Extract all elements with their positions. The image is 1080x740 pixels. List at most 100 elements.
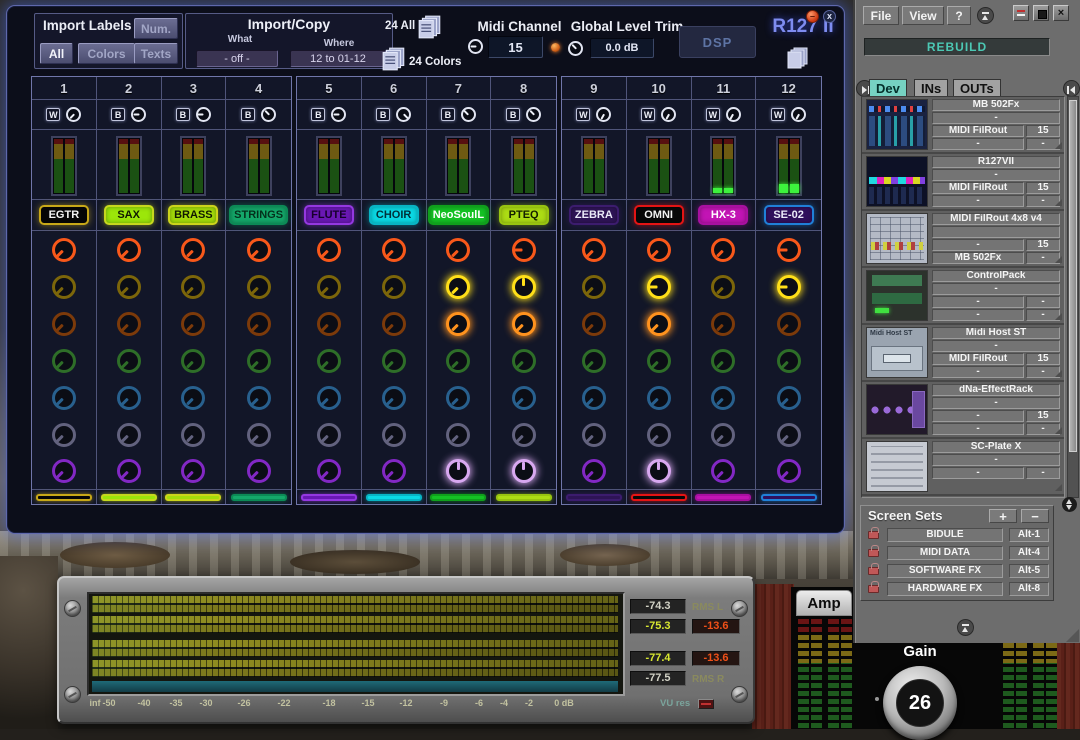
screen-set-name[interactable]: HARDWARE FX <box>887 582 1003 596</box>
dsp-button[interactable]: DSP <box>679 26 756 58</box>
device-field[interactable]: - <box>932 239 1024 251</box>
knob-grn[interactable] <box>382 349 406 373</box>
device-entry[interactable]: MIDI FilRout 4x8 v4-15MB 502Fx- <box>862 211 1064 268</box>
device-field[interactable]: 15 <box>1026 239 1060 251</box>
resize-grip[interactable] <box>1066 629 1079 642</box>
device-list-scrollbar[interactable] <box>1067 96 1079 498</box>
device-field[interactable]: - <box>932 283 1060 295</box>
channel-name-button[interactable]: STRINGS <box>229 205 288 225</box>
channel-mode-button[interactable]: B <box>176 108 190 121</box>
screen-set-shortcut[interactable]: Alt-1 <box>1009 528 1049 542</box>
close-icon[interactable]: × <box>1053 5 1069 21</box>
knob-org_b[interactable] <box>647 312 671 336</box>
knob-blu[interactable] <box>317 386 341 410</box>
knob-ylw_b[interactable] <box>777 275 801 299</box>
vu-res-button[interactable] <box>698 699 714 709</box>
copy-pages-icon[interactable] <box>417 14 443 40</box>
channel-mode-button[interactable]: B <box>241 108 255 121</box>
midi-channel-knob-icon[interactable] <box>468 39 483 54</box>
device-field[interactable]: - <box>932 138 1024 150</box>
knob-blu[interactable] <box>512 386 536 410</box>
device-field[interactable]: - <box>932 366 1024 378</box>
channel-header-knob-icon[interactable] <box>596 107 611 122</box>
channel-header-knob-icon[interactable] <box>131 107 146 122</box>
knob-org[interactable] <box>247 238 271 262</box>
knob-olv[interactable] <box>181 275 205 299</box>
scroll-right-icon[interactable] <box>1063 80 1080 97</box>
knob-gry[interactable] <box>582 423 606 447</box>
remove-screen-set-button[interactable]: − <box>1021 509 1049 523</box>
channel-header-knob-icon[interactable] <box>396 107 411 122</box>
device-entry[interactable]: dNa-EffectRack--15-- <box>862 382 1064 439</box>
knob-brn[interactable] <box>711 312 735 336</box>
device-field[interactable]: MIDI FilRout <box>932 353 1024 365</box>
channel-name-button[interactable]: CHOIR <box>369 205 419 225</box>
device-field[interactable]: - <box>932 169 1060 181</box>
screen-set-shortcut[interactable]: Alt-8 <box>1009 582 1049 596</box>
channel-mode-button[interactable]: W <box>46 108 60 121</box>
device-name-field[interactable]: MB 502Fx <box>932 99 1060 111</box>
channel-header-knob-icon[interactable] <box>661 107 676 122</box>
knob-ylw_b[interactable] <box>647 275 671 299</box>
device-field[interactable]: - <box>932 309 1024 321</box>
channel-mode-button[interactable]: W <box>641 108 655 121</box>
knob-org[interactable] <box>446 238 470 262</box>
device-field[interactable] <box>932 226 1060 238</box>
knob-pur[interactable] <box>117 459 141 483</box>
global-trim-value[interactable]: 0.0 dB <box>590 38 654 58</box>
channel-header-knob-icon[interactable] <box>791 107 806 122</box>
device-field[interactable]: - <box>932 467 1024 479</box>
knob-olv[interactable] <box>711 275 735 299</box>
screen-set-name[interactable]: SOFTWARE FX <box>887 564 1003 578</box>
knob-pur[interactable] <box>181 459 205 483</box>
device-field[interactable]: - <box>932 195 1024 207</box>
channel-header-knob-icon[interactable] <box>261 107 276 122</box>
device-field[interactable]: - <box>1026 467 1060 479</box>
num-button[interactable]: Num. <box>134 18 178 39</box>
device-name-field[interactable]: ControlPack <box>932 270 1060 282</box>
knob-ylw_b[interactable] <box>446 275 470 299</box>
lock-icon[interactable] <box>868 549 879 557</box>
knob-pur[interactable] <box>382 459 406 483</box>
screen-set-shortcut[interactable]: Alt-5 <box>1009 564 1049 578</box>
device-field[interactable]: - <box>1026 309 1060 321</box>
knob-olv[interactable] <box>52 275 76 299</box>
copy-pages-icon[interactable] <box>381 46 407 72</box>
knob-gry[interactable] <box>52 423 76 447</box>
device-field[interactable]: - <box>1026 423 1060 435</box>
device-name-field[interactable]: MIDI FilRout 4x8 v4 <box>932 213 1060 225</box>
knob-grn[interactable] <box>582 349 606 373</box>
device-name-field[interactable]: dNa-EffectRack <box>932 384 1060 396</box>
device-name-field[interactable]: R127VII <box>932 156 1060 168</box>
knob-brn[interactable] <box>247 312 271 336</box>
knob-ylw_b[interactable] <box>512 275 536 299</box>
knob-blu[interactable] <box>117 386 141 410</box>
knob-gry[interactable] <box>247 423 271 447</box>
channel-name-button[interactable]: SE-02 <box>764 205 814 225</box>
channel-mode-button[interactable]: B <box>111 108 125 121</box>
colors-button[interactable]: Colors <box>78 43 135 64</box>
scrollbar-thumb[interactable] <box>1069 100 1077 452</box>
global-trim-knob-icon[interactable] <box>568 41 583 56</box>
knob-gry[interactable] <box>777 423 801 447</box>
file-menu[interactable]: File <box>863 6 899 25</box>
device-entry[interactable]: MB 502Fx-MIDI FilRout15-- <box>862 97 1064 154</box>
knob-org[interactable] <box>647 238 671 262</box>
knob-brn[interactable] <box>317 312 341 336</box>
channel-name-button[interactable]: BRASS <box>168 205 218 225</box>
what-dropdown[interactable]: - off - <box>196 50 278 67</box>
screen-set-name[interactable]: BIDULE <box>887 528 1003 542</box>
close-icon[interactable]: x <box>823 10 836 23</box>
knob-brn[interactable] <box>52 312 76 336</box>
device-field[interactable]: - <box>932 296 1024 308</box>
knob-blu[interactable] <box>181 386 205 410</box>
knob-pur_b[interactable] <box>512 459 536 483</box>
knob-brn[interactable] <box>582 312 606 336</box>
device-field[interactable]: - <box>932 397 1060 409</box>
device-field[interactable]: 15 <box>1026 182 1060 194</box>
knob-grn[interactable] <box>247 349 271 373</box>
list-spinner[interactable] <box>1062 497 1077 512</box>
device-entry[interactable]: ControlPack----- <box>862 268 1064 325</box>
channel-mode-button[interactable]: W <box>771 108 785 121</box>
knob-gry[interactable] <box>647 423 671 447</box>
